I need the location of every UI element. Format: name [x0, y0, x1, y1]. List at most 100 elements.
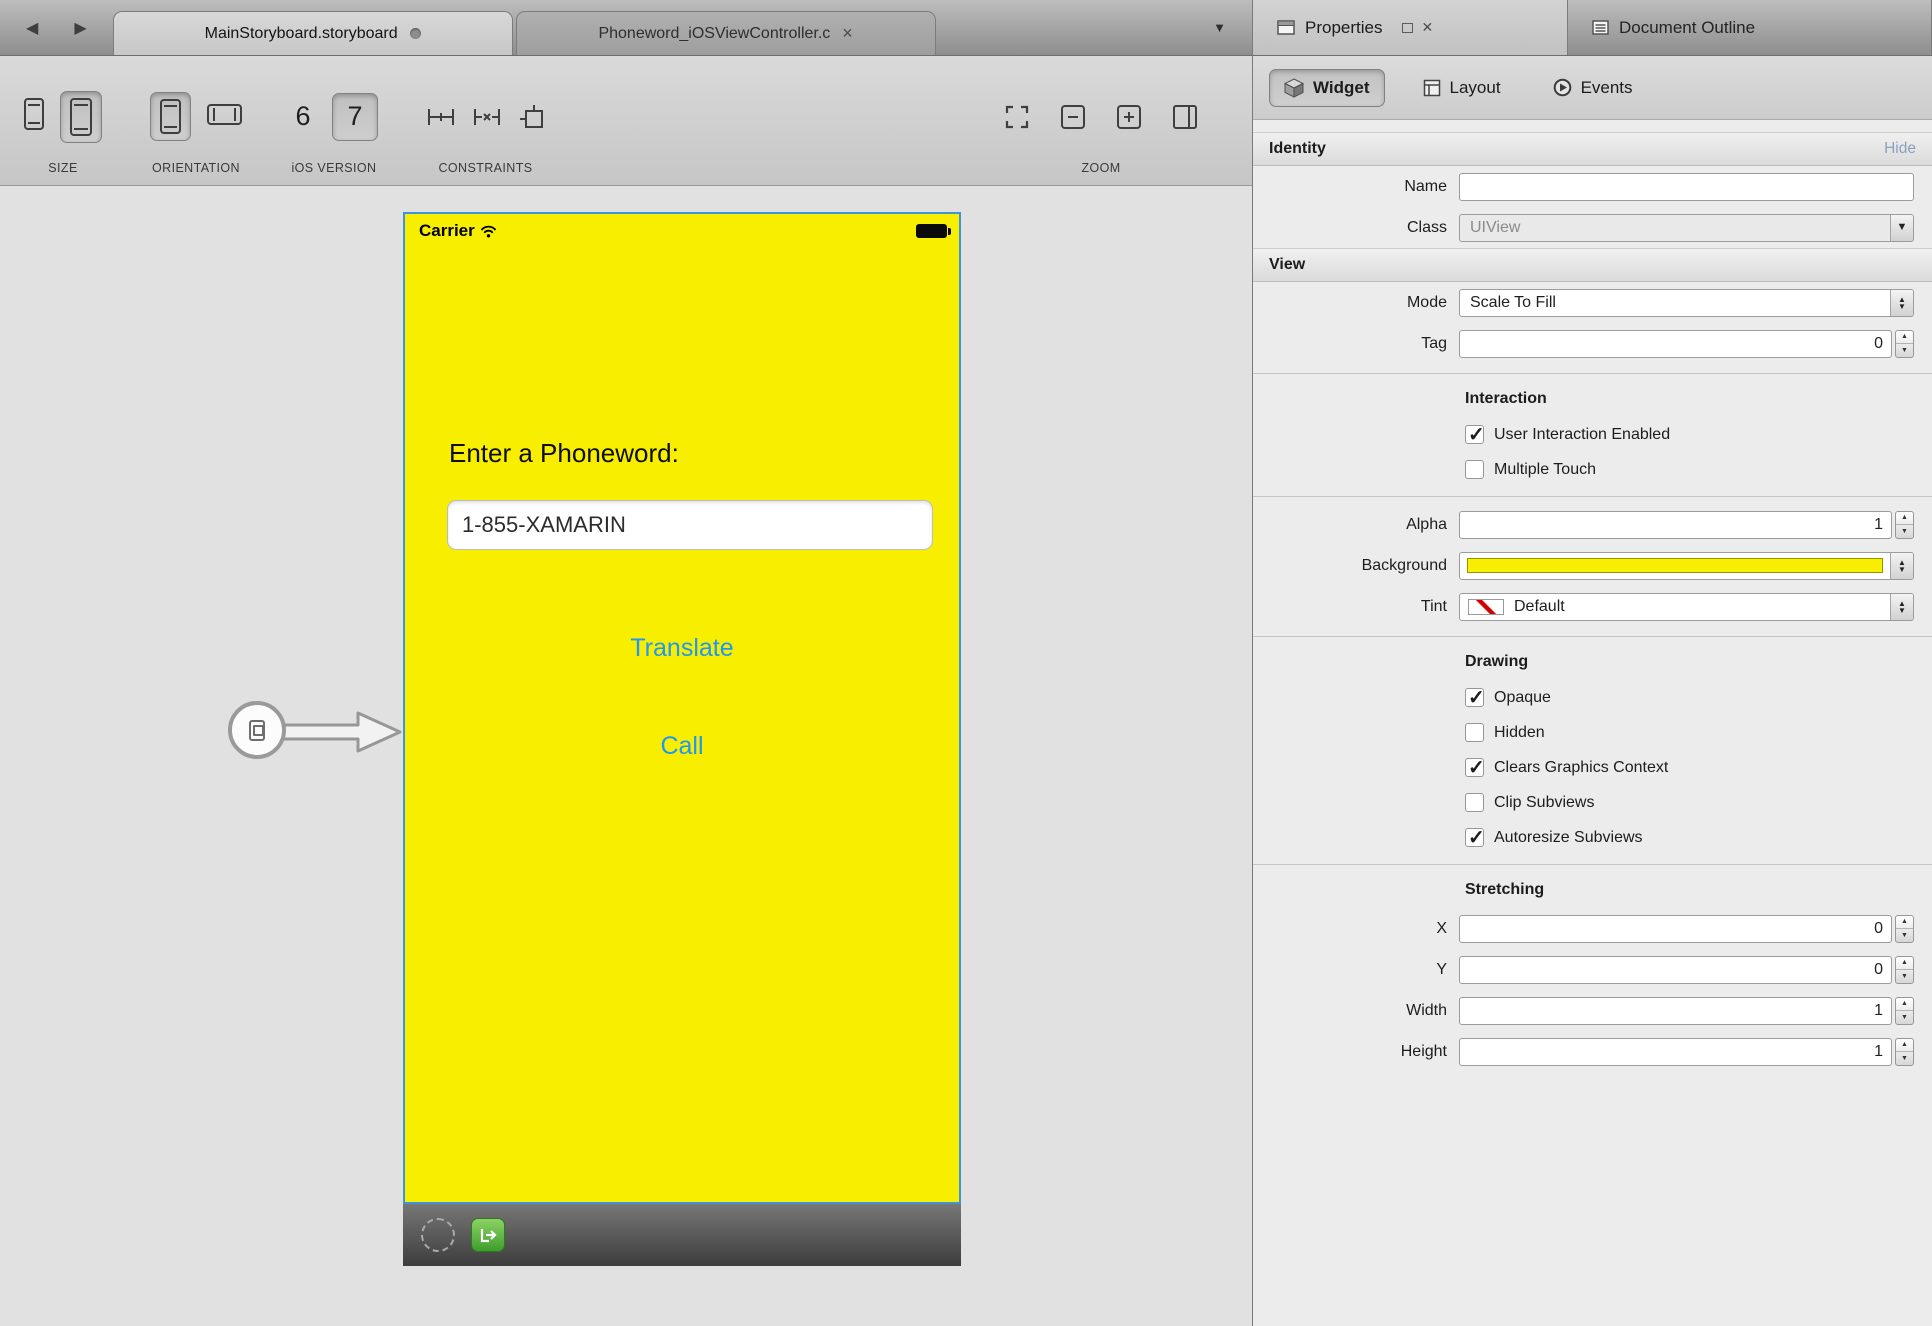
user-interaction-checkbox[interactable]: [1465, 425, 1484, 444]
clip-subviews-checkbox[interactable]: [1465, 793, 1484, 812]
name-input[interactable]: [1459, 173, 1914, 201]
back-icon[interactable]: ◀: [26, 18, 38, 38]
clears-graphics-checkbox[interactable]: [1465, 758, 1484, 777]
inspector-tabbar: Properties ✕ Document Outline: [1253, 0, 1932, 56]
section-title: Identity: [1269, 140, 1326, 158]
frame-constraint-icon[interactable]: [518, 104, 545, 130]
forward-icon[interactable]: ▶: [74, 18, 86, 38]
class-dropdown[interactable]: UIView: [1459, 214, 1914, 242]
alpha-row: Alpha 1: [1253, 504, 1932, 545]
tab-events[interactable]: Events: [1539, 70, 1647, 106]
constraints-group: CONSTRAINTS: [426, 56, 545, 185]
stretch-x-input[interactable]: 0: [1459, 915, 1892, 943]
stretch-height-input[interactable]: 1: [1459, 1038, 1892, 1066]
zoom-label: ZOOM: [1081, 161, 1120, 175]
height-constraint-icon[interactable]: [472, 104, 502, 130]
close-tab-icon[interactable]: ×: [842, 23, 853, 44]
tint-color-dropdown[interactable]: Default: [1459, 593, 1914, 621]
mode-label: Layout: [1450, 78, 1501, 98]
tab-label: Properties: [1305, 18, 1382, 38]
translate-button[interactable]: Translate: [405, 634, 959, 663]
tab-widget[interactable]: Widget: [1269, 69, 1385, 107]
ios7-button[interactable]: 7: [332, 93, 378, 141]
orientation-landscape-button[interactable]: [207, 104, 242, 130]
stretching-header: Stretching: [1253, 872, 1932, 908]
tab-document-outline[interactable]: Document Outline: [1568, 0, 1932, 55]
events-icon: [1553, 78, 1572, 97]
popup-arrows-icon[interactable]: [1890, 553, 1913, 579]
stretch-y-row: Y 0: [1253, 949, 1932, 990]
size-3.5inch-button[interactable]: [24, 98, 44, 135]
orientation-portrait-button[interactable]: [150, 92, 191, 141]
tag-stepper[interactable]: [1895, 330, 1914, 358]
zoom-fit-icon[interactable]: [1172, 104, 1198, 130]
size-4inch-button[interactable]: [60, 91, 102, 143]
modified-dot-icon: [410, 28, 421, 39]
hide-link[interactable]: Hide: [1884, 140, 1916, 158]
stretch-width-row: Width 1: [1253, 990, 1932, 1031]
stretch-y-stepper[interactable]: [1895, 956, 1914, 984]
popup-arrows-icon[interactable]: [1890, 290, 1913, 316]
phoneword-text-field[interactable]: 1-855-XAMARIN: [447, 500, 933, 550]
tab-storyboard[interactable]: MainStoryboard.storyboard: [113, 11, 513, 55]
editor-tabbar: ◀ ▶ MainStoryboard.storyboard Phoneword_…: [0, 0, 1252, 56]
zoom-fullscreen-icon[interactable]: [1004, 104, 1030, 130]
stretch-x-stepper[interactable]: [1895, 915, 1914, 943]
tab-viewcontroller-code[interactable]: Phoneword_iOSViewController.c ×: [516, 11, 936, 55]
view-section-header: View: [1253, 248, 1932, 282]
tab-layout[interactable]: Layout: [1409, 70, 1515, 106]
background-color-dropdown[interactable]: [1459, 552, 1914, 580]
float-panel-icon[interactable]: [1402, 23, 1413, 33]
autoresize-subviews-checkbox[interactable]: [1465, 828, 1484, 847]
popup-arrows-icon[interactable]: [1890, 594, 1913, 620]
ios6-button[interactable]: 6: [290, 101, 316, 132]
stretch-x-row: X 0: [1253, 908, 1932, 949]
first-responder-icon[interactable]: [421, 1218, 455, 1252]
orientation-group: ORIENTATION: [150, 56, 242, 185]
initial-viewcontroller-indicator[interactable]: [228, 701, 408, 763]
zoom-out-icon[interactable]: [1060, 104, 1086, 130]
chevron-down-icon[interactable]: [1890, 215, 1913, 241]
exit-segue-icon[interactable]: [471, 1218, 505, 1252]
alpha-stepper[interactable]: [1895, 511, 1914, 539]
entry-point-circle[interactable]: [228, 701, 286, 759]
alpha-label: Alpha: [1253, 516, 1459, 534]
phone-4inch-icon: [70, 98, 92, 136]
alpha-input[interactable]: 1: [1459, 511, 1892, 539]
wifi-icon: [480, 225, 497, 238]
layout-icon: [1423, 79, 1441, 97]
stretch-width-stepper[interactable]: [1895, 997, 1914, 1025]
ios-designer-window: ◀ ▶ MainStoryboard.storyboard Phoneword_…: [0, 0, 1932, 1326]
checkbox-label: Clears Graphics Context: [1494, 759, 1668, 777]
hidden-checkbox[interactable]: [1465, 723, 1484, 742]
viewcontroller[interactable]: Carrier Enter a Phoneword: 1-855-XAMARIN…: [403, 212, 961, 1266]
multiple-touch-checkbox[interactable]: [1465, 460, 1484, 479]
call-button[interactable]: Call: [405, 732, 959, 761]
stretch-width-input[interactable]: 1: [1459, 997, 1892, 1025]
uiview-canvas[interactable]: Carrier Enter a Phoneword: 1-855-XAMARIN…: [403, 212, 961, 1204]
y-label: Y: [1253, 961, 1459, 979]
inspector-pane: Properties ✕ Document Outline Widget: [1253, 0, 1932, 1326]
design-surface[interactable]: Carrier Enter a Phoneword: 1-855-XAMARIN…: [0, 186, 1252, 1326]
checkbox-label: Opaque: [1494, 689, 1551, 707]
checkbox-label: Hidden: [1494, 724, 1545, 742]
tint-label: Tint: [1253, 598, 1459, 616]
tab-overflow-icon[interactable]: ▼: [1213, 20, 1252, 35]
interaction-header: Interaction: [1253, 381, 1932, 417]
content-mode-dropdown[interactable]: Scale To Fill: [1459, 289, 1914, 317]
mode-value: Scale To Fill: [1460, 294, 1890, 312]
tab-properties[interactable]: Properties ✕: [1253, 0, 1568, 55]
close-panel-icon[interactable]: ✕: [1421, 19, 1433, 36]
inspector-body: Identity Hide Name Class UIView: [1253, 120, 1932, 1326]
checkbox-label: User Interaction Enabled: [1494, 426, 1670, 444]
phoneword-label[interactable]: Enter a Phoneword:: [449, 438, 679, 469]
width-constraint-icon[interactable]: [426, 104, 456, 130]
stretch-height-stepper[interactable]: [1895, 1038, 1914, 1066]
tag-input[interactable]: 0: [1459, 330, 1892, 358]
orientation-label: ORIENTATION: [152, 161, 240, 175]
zoom-in-icon[interactable]: [1116, 104, 1142, 130]
tint-row: Tint Default: [1253, 586, 1932, 627]
opaque-checkbox[interactable]: [1465, 688, 1484, 707]
stretch-y-input[interactable]: 0: [1459, 956, 1892, 984]
ios-version-group: 6 7 iOS VERSION: [290, 56, 378, 185]
